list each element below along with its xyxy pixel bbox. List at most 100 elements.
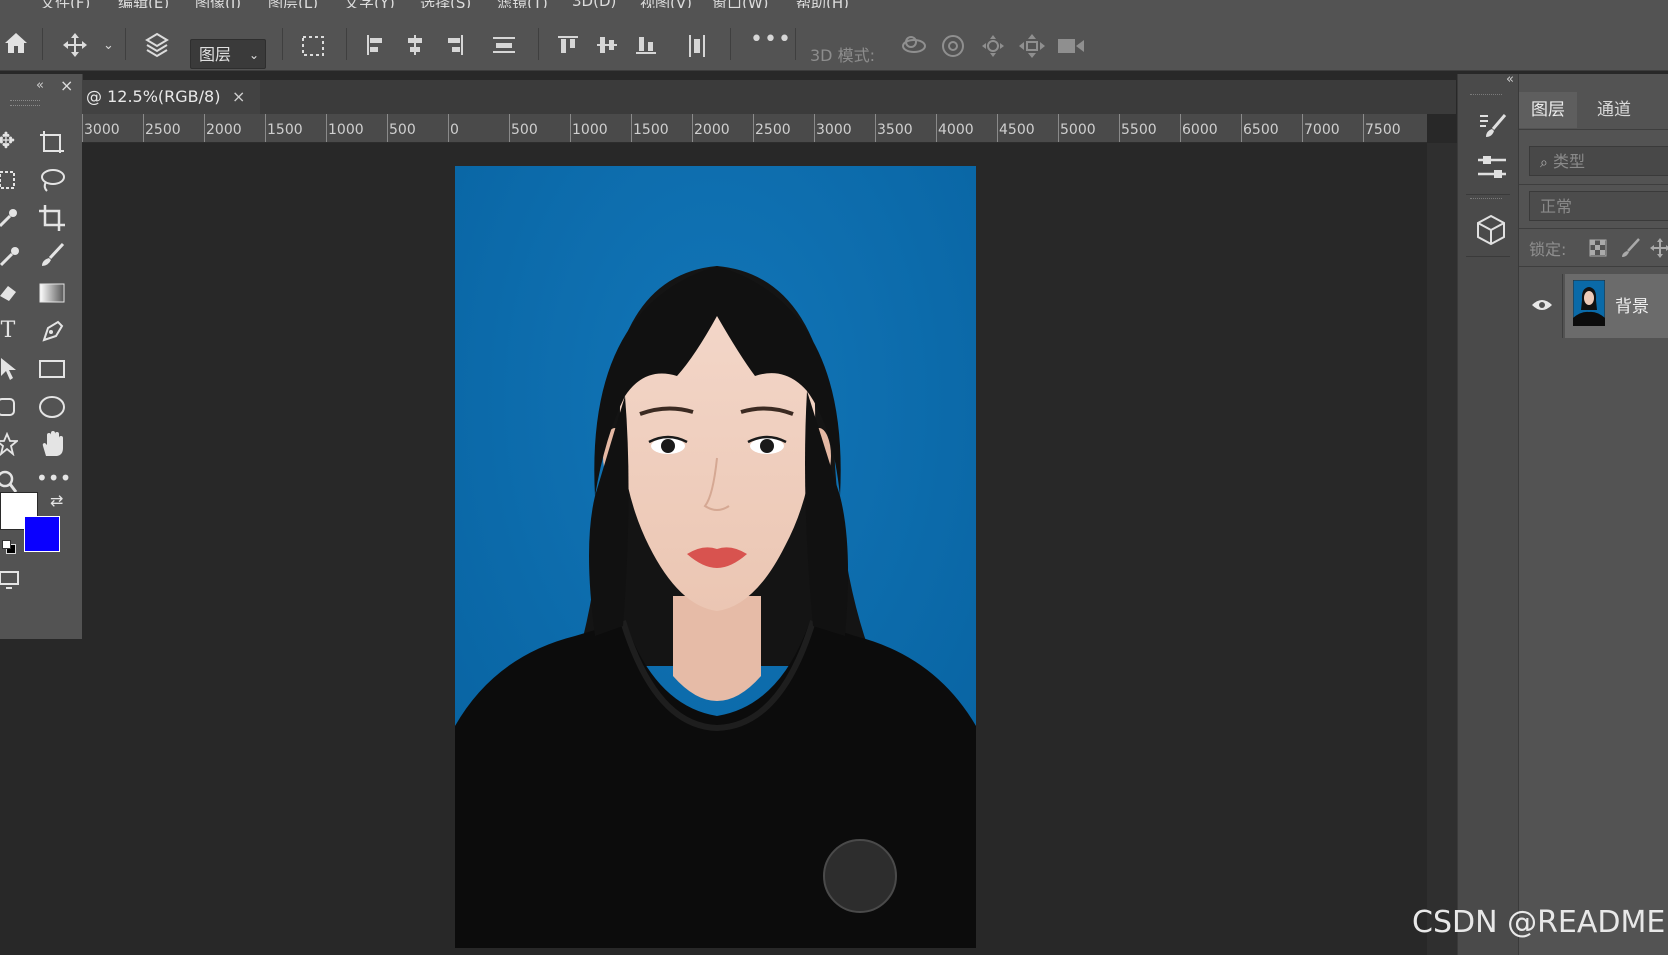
align-right-icon[interactable] bbox=[443, 34, 465, 56]
3d-panel-icon[interactable] bbox=[1476, 214, 1506, 246]
menu-filter[interactable]: 滤镜(T) bbox=[497, 0, 548, 8]
menu-type[interactable]: 文字(Y) bbox=[344, 0, 395, 8]
horizontal-ruler: 3000 2500 2000 1500 1000 500 0 500 1000 … bbox=[82, 114, 1427, 143]
ruler-label: 2000 bbox=[206, 122, 242, 138]
rectangle-tool-icon[interactable] bbox=[38, 358, 66, 380]
menu-3d[interactable]: 3D(D) bbox=[572, 0, 616, 8]
eyedropper-tool-icon[interactable] bbox=[0, 244, 22, 268]
move-tool-icon[interactable]: ✥ bbox=[0, 130, 20, 154]
ruler-label: 6000 bbox=[1182, 122, 1218, 138]
vertical-scrollbar[interactable] bbox=[1427, 143, 1457, 955]
brush-settings-icon[interactable] bbox=[1478, 110, 1508, 140]
ruler-label: 500 bbox=[389, 122, 416, 138]
move-tool-icon[interactable] bbox=[62, 32, 88, 58]
marquee-tool-icon[interactable] bbox=[0, 169, 18, 191]
type-tool-icon[interactable]: T bbox=[0, 319, 22, 343]
more-tools-icon[interactable]: ••• bbox=[36, 466, 71, 490]
layer-filter-field[interactable]: ⌕ 类型 bbox=[1529, 146, 1668, 176]
align-bottom-icon[interactable] bbox=[635, 34, 657, 56]
collapse-panel-icon[interactable]: « bbox=[1506, 72, 1514, 87]
artboard-tool-icon[interactable] bbox=[38, 129, 66, 155]
brush-tool-icon[interactable] bbox=[38, 242, 66, 268]
align-top-icon[interactable] bbox=[557, 34, 579, 56]
align-middle-v-icon[interactable] bbox=[596, 34, 618, 56]
crop-tool-icon[interactable] bbox=[38, 204, 66, 232]
menu-edit[interactable]: 编辑(E) bbox=[118, 0, 169, 8]
quick-selection-tool-icon[interactable] bbox=[0, 206, 22, 230]
portrait-photo[interactable] bbox=[455, 166, 976, 948]
screen-mode-icon[interactable] bbox=[0, 570, 22, 592]
background-color-swatch[interactable] bbox=[24, 516, 60, 552]
camera-3d-icon[interactable] bbox=[1056, 35, 1086, 57]
adjustments-icon[interactable] bbox=[1476, 154, 1508, 182]
rounded-rectangle-tool-icon[interactable] bbox=[0, 396, 18, 418]
orbit-3d-icon[interactable] bbox=[900, 33, 928, 57]
auto-select-value: 图层 bbox=[199, 45, 232, 64]
lock-label: 锁定: bbox=[1529, 240, 1567, 259]
lasso-tool-icon[interactable] bbox=[38, 167, 66, 193]
close-icon[interactable]: × bbox=[232, 80, 245, 114]
menu-bar: 文件(F) 编辑(E) 图像(I) 图层(L) 文字(Y) 选择(S) 滤镜(T… bbox=[0, 0, 1668, 8]
distribute-vertical-icon[interactable] bbox=[492, 34, 516, 56]
hand-tool-icon[interactable] bbox=[38, 430, 66, 458]
more-options-icon[interactable]: ••• bbox=[750, 29, 792, 51]
ellipse-tool-icon[interactable] bbox=[38, 394, 66, 420]
align-left-icon[interactable] bbox=[365, 34, 387, 56]
ruler-label: 500 bbox=[511, 122, 538, 138]
ruler-label: 3000 bbox=[816, 122, 852, 138]
menu-window[interactable]: 窗口(W) bbox=[712, 0, 769, 8]
close-icon[interactable]: × bbox=[60, 76, 73, 95]
ruler-label: 5000 bbox=[1060, 122, 1096, 138]
lock-image-pixels-icon[interactable] bbox=[1619, 237, 1641, 259]
menu-layer[interactable]: 图层(L) bbox=[268, 0, 318, 8]
layer-thumbnail bbox=[1573, 280, 1605, 326]
ruler-label: 1500 bbox=[267, 122, 303, 138]
tools-panel: « × ✥ T ••• ⇄ bbox=[0, 74, 83, 639]
pan-3d-icon[interactable] bbox=[980, 33, 1006, 59]
lock-transparent-pixels-icon[interactable] bbox=[1589, 239, 1607, 257]
eraser-tool-icon[interactable] bbox=[0, 282, 22, 304]
tab-layers[interactable]: 图层 bbox=[1519, 92, 1577, 128]
document-tab[interactable]: @ 12.5%(RGB/8) × bbox=[82, 80, 260, 114]
custom-shape-tool-icon[interactable] bbox=[0, 432, 18, 456]
watermark-text: CSDN @README. bbox=[1412, 905, 1668, 940]
menu-help[interactable]: 帮助(H) bbox=[796, 0, 849, 8]
layer-name: 背景 bbox=[1615, 297, 1649, 317]
ruler-label: 1000 bbox=[328, 122, 364, 138]
pen-tool-icon[interactable] bbox=[38, 318, 66, 344]
home-icon[interactable] bbox=[4, 32, 28, 54]
path-selection-tool-icon[interactable] bbox=[0, 356, 22, 382]
blend-mode-dropdown[interactable]: 正常 bbox=[1529, 191, 1668, 221]
chevron-down-icon[interactable]: ⌄ bbox=[103, 36, 114, 56]
panel-grip[interactable] bbox=[10, 100, 40, 106]
ruler-label: 7000 bbox=[1304, 122, 1340, 138]
eye-visibility-icon[interactable] bbox=[1531, 298, 1553, 312]
panel-grip[interactable] bbox=[1470, 198, 1502, 203]
transform-controls-icon[interactable] bbox=[300, 34, 326, 58]
ruler-label: 2000 bbox=[694, 122, 730, 138]
lock-position-icon[interactable] bbox=[1649, 237, 1668, 259]
ruler-label: 1000 bbox=[572, 122, 608, 138]
slide-3d-icon[interactable] bbox=[1018, 33, 1046, 59]
menu-image[interactable]: 图像(I) bbox=[195, 0, 241, 8]
menu-file[interactable]: 文件(F) bbox=[40, 0, 90, 8]
auto-select-layers-icon[interactable] bbox=[145, 32, 169, 58]
distribute-horizontal-icon[interactable] bbox=[686, 34, 708, 58]
tab-strip bbox=[260, 80, 1456, 114]
menu-view[interactable]: 视图(V) bbox=[640, 0, 692, 8]
gradient-tool-icon[interactable] bbox=[38, 282, 66, 304]
panel-grip[interactable] bbox=[1470, 94, 1502, 99]
layers-panel: 图层 通道 ⌕ 类型 正常 锁定: 背景 bbox=[1518, 74, 1668, 955]
auto-select-dropdown[interactable]: 图层 ⌄ bbox=[190, 39, 266, 69]
collapse-panel-icon[interactable]: « bbox=[36, 78, 44, 93]
layer-row-background[interactable]: 背景 bbox=[1565, 274, 1668, 338]
swap-colors-icon[interactable]: ⇄ bbox=[50, 491, 63, 510]
blend-mode-value: 正常 bbox=[1540, 197, 1573, 216]
document-tab-title: @ 12.5%(RGB/8) bbox=[86, 87, 221, 106]
roll-3d-icon[interactable] bbox=[940, 33, 966, 59]
menu-select[interactable]: 选择(S) bbox=[420, 0, 471, 8]
default-colors-icon[interactable] bbox=[2, 540, 16, 554]
align-center-h-icon[interactable] bbox=[404, 34, 426, 56]
tab-channels[interactable]: 通道 bbox=[1585, 92, 1643, 128]
ruler-label: 6500 bbox=[1243, 122, 1279, 138]
